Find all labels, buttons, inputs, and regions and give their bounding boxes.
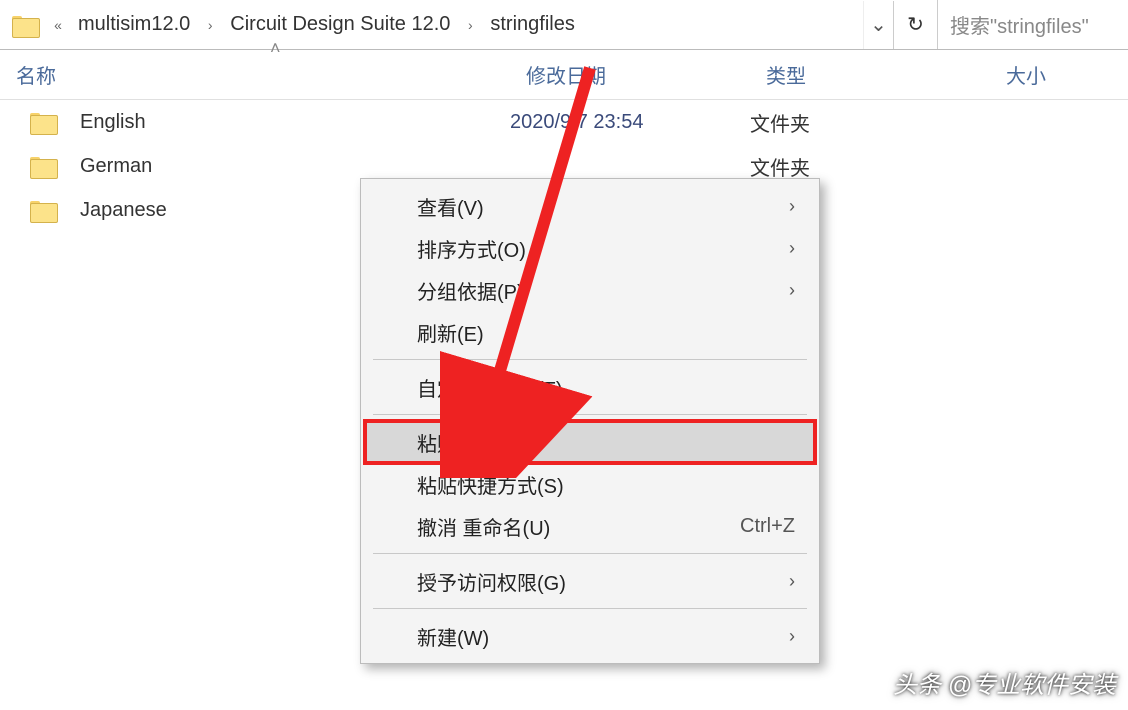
- column-type[interactable]: 类型: [750, 50, 990, 99]
- folder-icon: [12, 14, 38, 36]
- sort-ascending-icon: ˄: [270, 38, 281, 59]
- chevron-right-icon: ›: [789, 626, 795, 647]
- address-right-controls: ⌄ ↻: [863, 1, 937, 49]
- menu-label: 粘贴(P): [417, 428, 484, 457]
- address-bar: « multisim12.0 › Circuit Design Suite 12…: [0, 0, 1128, 50]
- folder-icon: [30, 111, 56, 133]
- menu-separator: [373, 359, 807, 360]
- file-name: German: [80, 155, 152, 178]
- menu-label: 刷新(E): [417, 318, 484, 347]
- context-menu: 查看(V) › 排序方式(O) › 分组依据(P) › 刷新(E) 自定义文件夹(F)…: [360, 178, 820, 664]
- chevron-right-icon[interactable]: ›: [200, 0, 220, 49]
- menu-separator: [373, 608, 807, 609]
- menu-group[interactable]: 分组依据(P) ›: [365, 269, 815, 311]
- watermark-text: 头条 @专业软件安装: [893, 665, 1116, 700]
- menu-view[interactable]: 查看(V) ›: [365, 185, 815, 227]
- folder-row[interactable]: English 2020/9/7 23:54 文件夹: [0, 100, 1128, 144]
- breadcrumb[interactable]: « multisim12.0 › Circuit Design Suite 12…: [0, 0, 938, 49]
- breadcrumb-item-2[interactable]: stringfiles: [480, 0, 584, 49]
- chevron-right-icon: ›: [789, 571, 795, 592]
- menu-label: 新建(W): [417, 622, 489, 651]
- column-date[interactable]: 修改日期: [510, 50, 750, 99]
- column-headers: 名称 ˄ 修改日期 类型 大小: [0, 50, 1128, 100]
- menu-label: 排序方式(O): [417, 234, 526, 263]
- menu-label: 粘贴快捷方式(S): [417, 470, 564, 499]
- search-input[interactable]: 搜索"stringfiles": [938, 1, 1128, 49]
- column-name-label: 名称: [16, 60, 56, 89]
- menu-paste[interactable]: 粘贴(P): [365, 421, 815, 463]
- menu-customize-folder[interactable]: 自定义文件夹(F)...: [365, 366, 815, 408]
- file-date: 2020/9/7 23:54: [510, 111, 750, 134]
- menu-label: 查看(V): [417, 192, 484, 221]
- address-dropdown-button[interactable]: ⌄: [863, 1, 893, 49]
- menu-sort[interactable]: 排序方式(O) ›: [365, 227, 815, 269]
- folder-icon: [30, 155, 56, 177]
- chevron-right-icon[interactable]: ›: [460, 0, 480, 49]
- file-type: 文件夹: [750, 152, 990, 181]
- menu-refresh[interactable]: 刷新(E): [365, 311, 815, 353]
- folder-icon: [30, 199, 56, 221]
- menu-label: 分组依据(P): [417, 276, 524, 305]
- menu-label: 撤消 重命名(U): [417, 512, 550, 541]
- menu-undo-rename[interactable]: 撤消 重命名(U) Ctrl+Z: [365, 505, 815, 547]
- chevron-right-icon: ›: [789, 196, 795, 217]
- breadcrumb-item-1[interactable]: Circuit Design Suite 12.0: [220, 0, 460, 49]
- breadcrumb-prefix[interactable]: «: [48, 0, 68, 49]
- menu-paste-shortcut[interactable]: 粘贴快捷方式(S): [365, 463, 815, 505]
- chevron-right-icon: ›: [789, 238, 795, 259]
- menu-new[interactable]: 新建(W) ›: [365, 615, 815, 657]
- menu-separator: [373, 553, 807, 554]
- breadcrumb-item-0[interactable]: multisim12.0: [68, 0, 200, 49]
- column-name[interactable]: 名称 ˄: [0, 50, 510, 99]
- menu-label: 自定义文件夹(F)...: [417, 373, 579, 402]
- chevron-right-icon: ›: [789, 280, 795, 301]
- column-size[interactable]: 大小: [990, 50, 1062, 99]
- menu-label: 授予访问权限(G): [417, 567, 566, 596]
- menu-separator: [373, 414, 807, 415]
- refresh-button[interactable]: ↻: [893, 1, 937, 49]
- file-name: Japanese: [80, 199, 167, 222]
- file-type: 文件夹: [750, 108, 990, 137]
- menu-shortcut: Ctrl+Z: [740, 515, 795, 538]
- menu-grant-access[interactable]: 授予访问权限(G) ›: [365, 560, 815, 602]
- file-name: English: [80, 111, 146, 134]
